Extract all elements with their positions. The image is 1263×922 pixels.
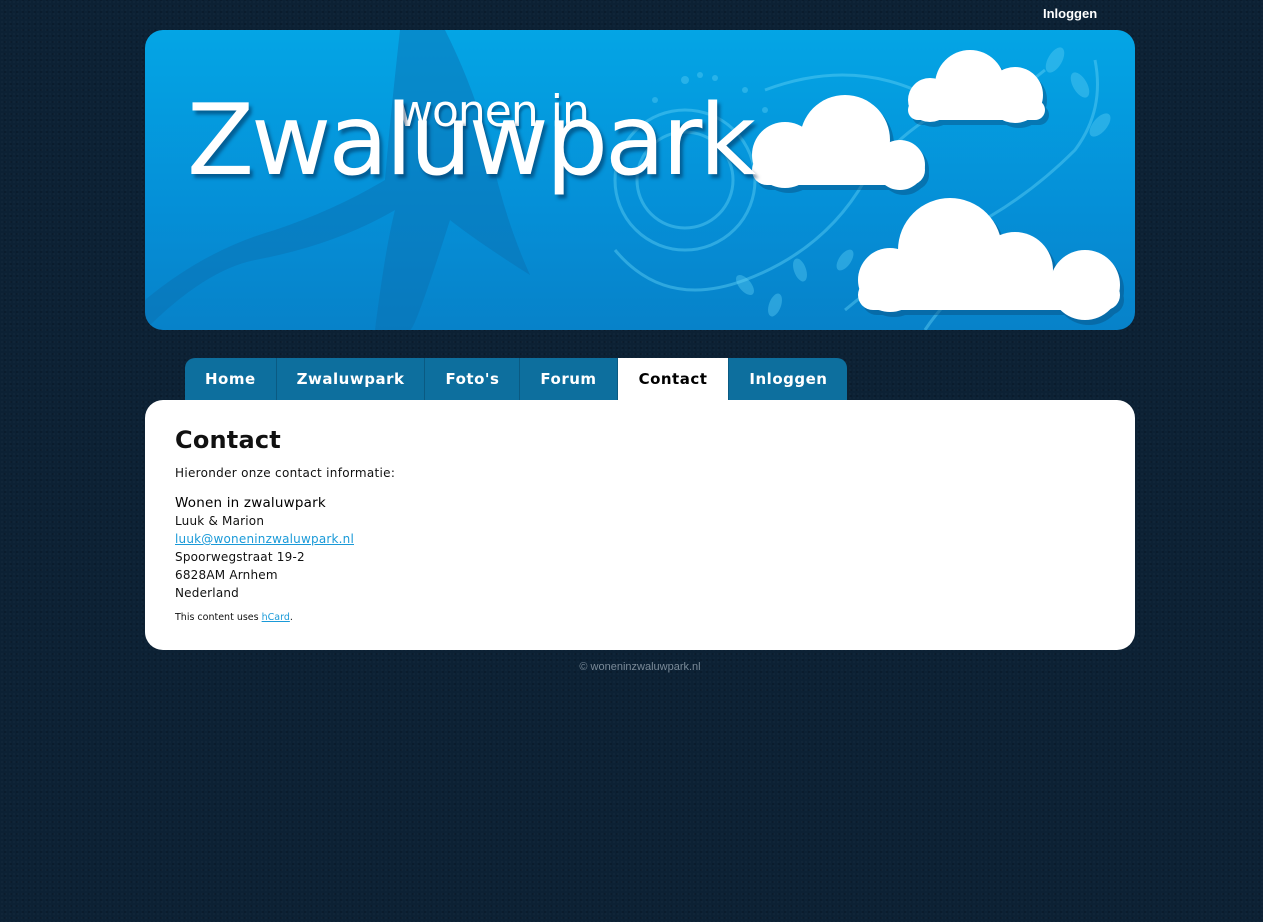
- intro-text: Hieronder onze contact informatie:: [175, 466, 396, 480]
- nav-item-home[interactable]: Home: [185, 358, 277, 400]
- hcard-link[interactable]: hCard: [262, 612, 290, 623]
- hcard-note-prefix: This content uses: [175, 612, 262, 623]
- cloud-icon-top-right: [908, 50, 1049, 128]
- hcard-note: This content uses hCard.: [175, 612, 1105, 623]
- vcard-city: 6828AM Arnhem: [175, 568, 278, 582]
- nav-item-contact[interactable]: Contact: [617, 358, 730, 400]
- hcard-note-suffix: .: [289, 612, 293, 623]
- nav-item-zwaluwpark[interactable]: Zwaluwpark: [276, 358, 426, 400]
- vcard-email-link[interactable]: luuk@woneninzwaluwpark.nl: [175, 532, 354, 546]
- footer-copyright: © woneninzwaluwpark.nl: [579, 661, 701, 673]
- site-title[interactable]: Zwaluwpark: [187, 92, 756, 190]
- vcard-street: Spoorwegstraat 19-2: [175, 550, 305, 564]
- cloud-icon-left: [752, 95, 929, 195]
- top-login-link[interactable]: Inloggen: [1043, 6, 1097, 21]
- vcard-names: Luuk & Marion: [175, 514, 265, 528]
- nav-item-inloggen[interactable]: Inloggen: [729, 358, 848, 400]
- nav-item-fotos[interactable]: Foto's: [425, 358, 521, 400]
- vcard-org: Wonen in zwaluwpark: [175, 495, 326, 511]
- contact-vcard: Wonen in zwaluwpark Luuk & Marion luuk@w…: [175, 494, 1105, 602]
- header-banner: wonen in Zwaluwpark: [145, 30, 1135, 330]
- page-title: Contact: [175, 426, 281, 454]
- main-nav: Home Zwaluwpark Foto's Forum Contact Inl…: [185, 358, 848, 400]
- vcard-country: Nederland: [175, 586, 240, 600]
- content-panel: Contact Hieronder onze contact informati…: [145, 400, 1135, 650]
- nav-item-forum[interactable]: Forum: [520, 358, 618, 400]
